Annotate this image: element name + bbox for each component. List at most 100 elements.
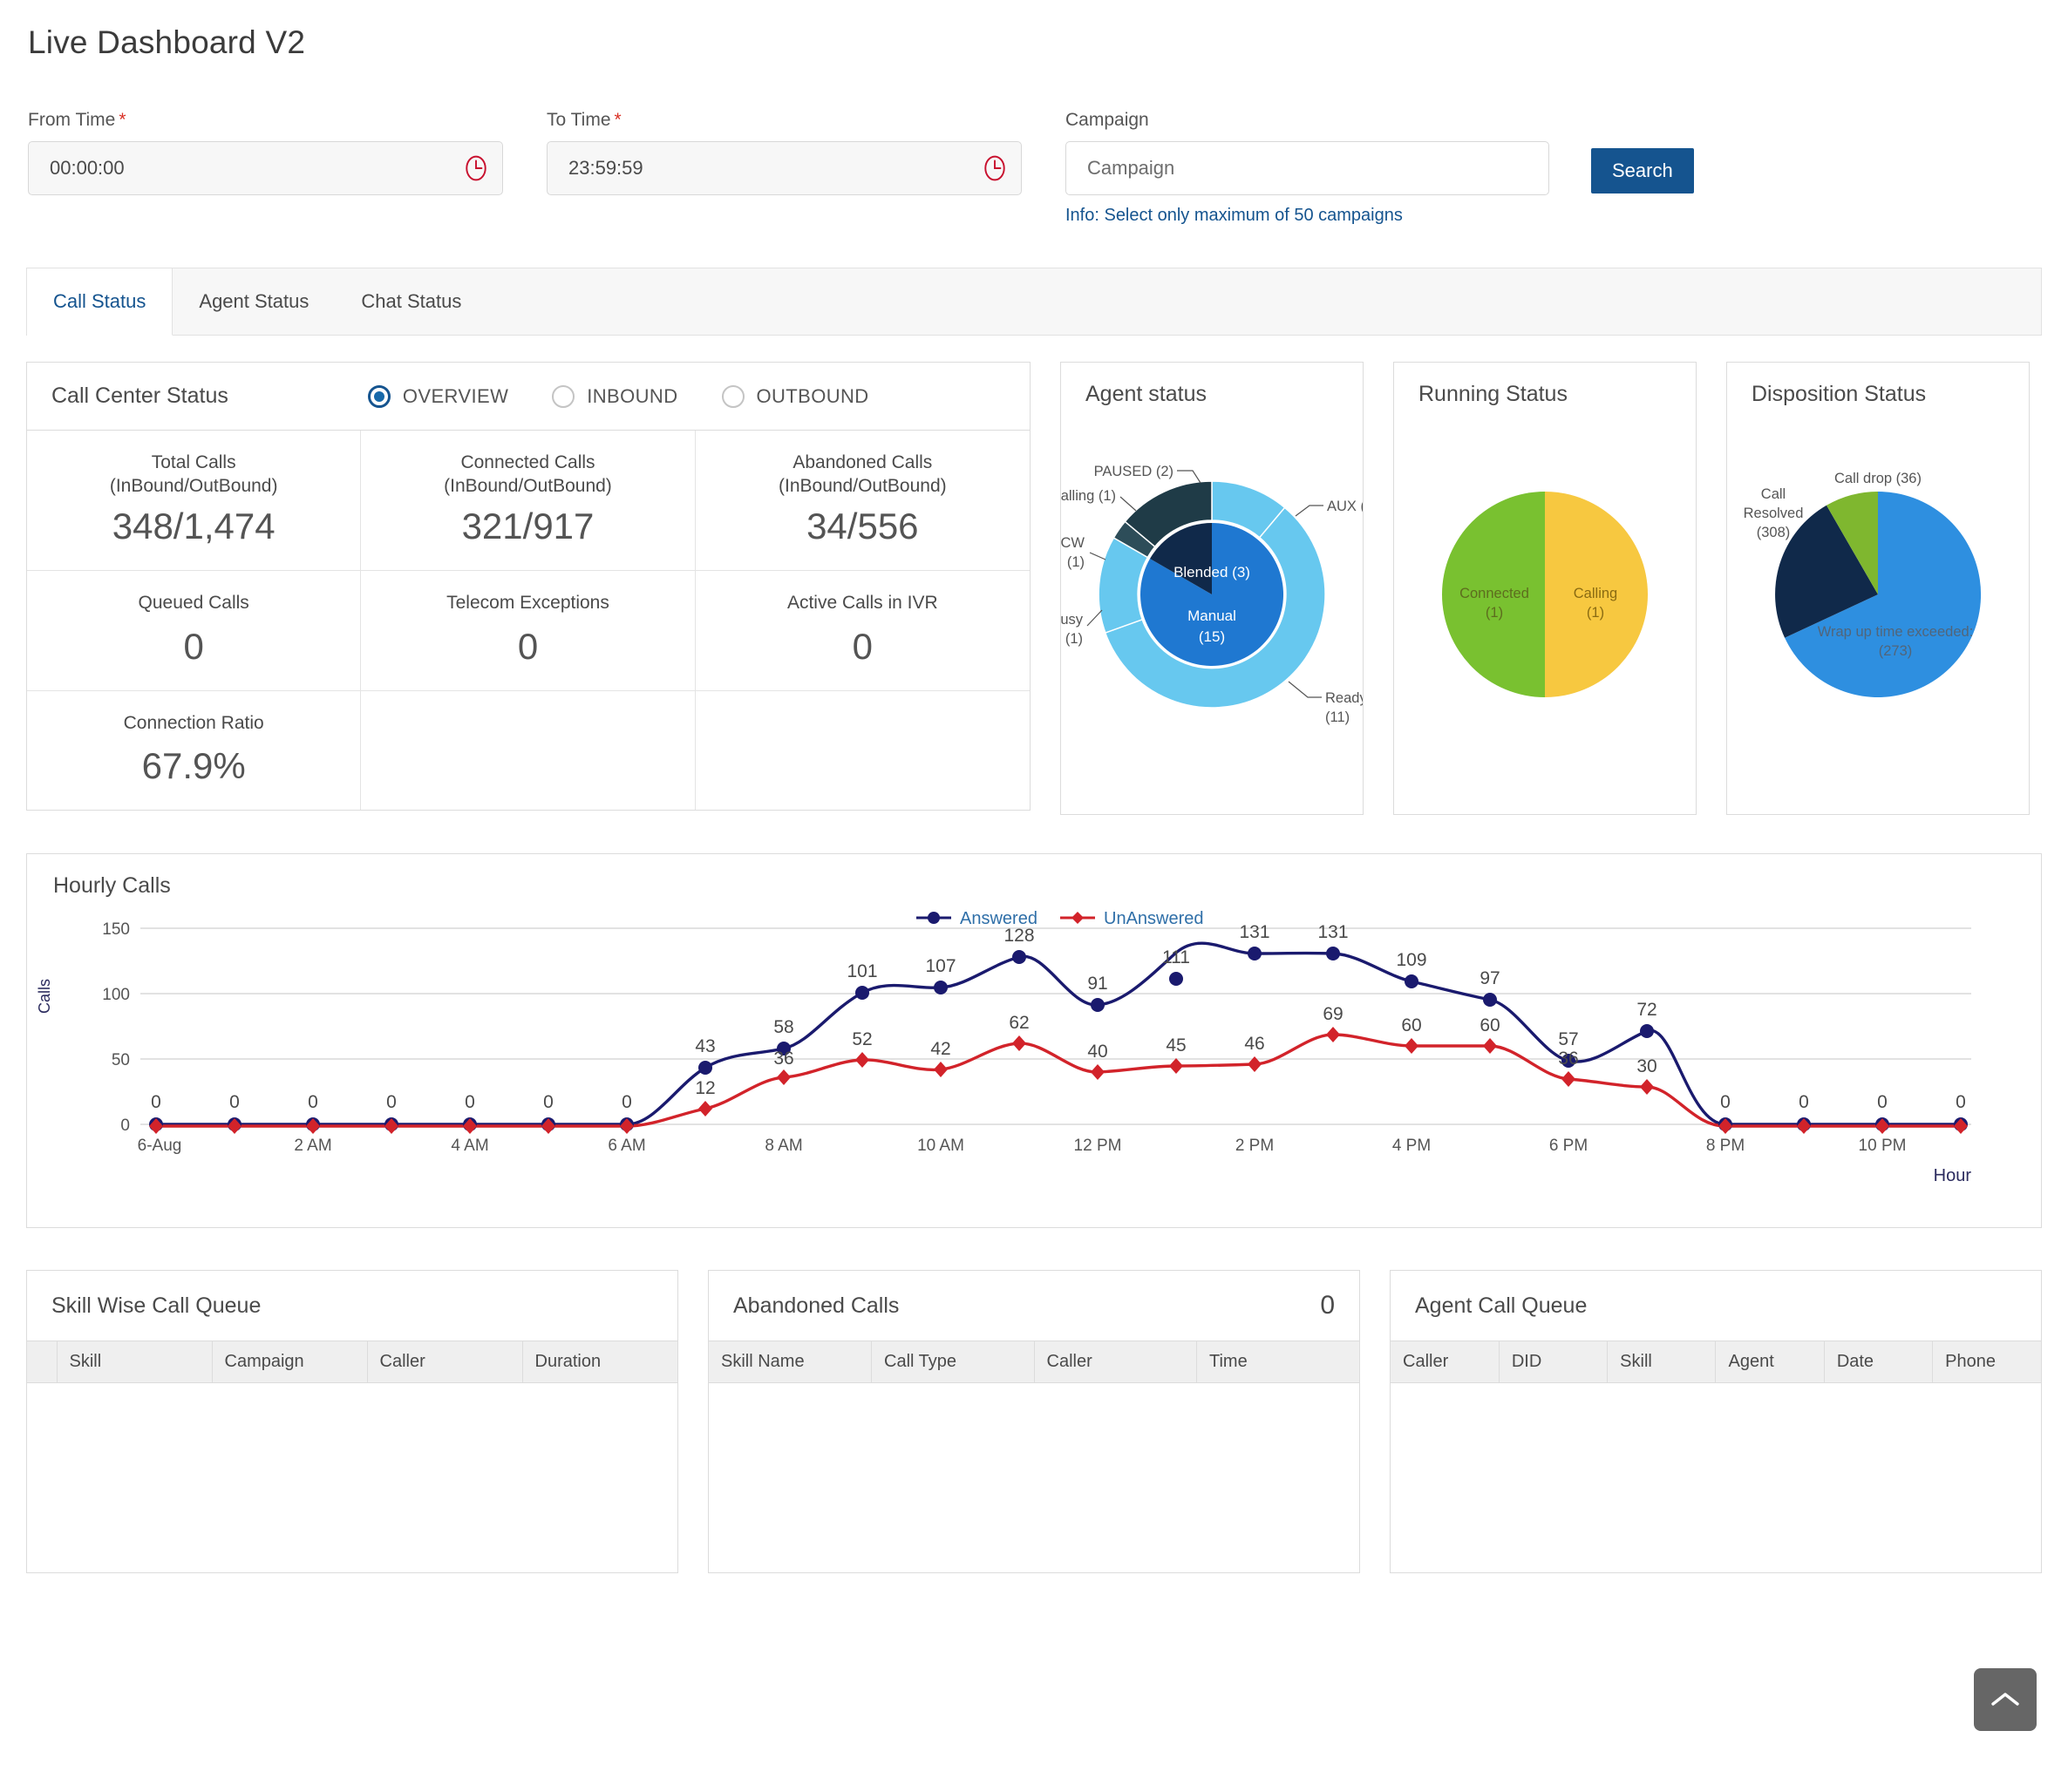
radio-inbound[interactable]: INBOUND [552,384,678,408]
hourly-calls-title: Hourly Calls [53,873,171,898]
svg-text:52: 52 [852,1029,872,1049]
column-header-agent[interactable]: Agent [1715,1341,1825,1383]
from-time-input[interactable] [28,141,503,195]
svg-text:4 PM: 4 PM [1392,1137,1431,1155]
disposition-status-pie-chart: Call drop (36) Call Resolved (308) Wrap … [1744,471,1982,697]
svg-text:4 AM: 4 AM [451,1137,488,1155]
svg-text:60: 60 [1401,1015,1421,1035]
svg-text:100: 100 [102,986,130,1004]
pie-label-wrap-up-line1: Wrap up time exceeded: [1818,624,1974,640]
metric-value: 67.9% [141,745,246,787]
radio-dot-inbound [552,384,575,408]
table-header-row: Caller DID Skill Agent Date Phone [1391,1341,2041,1383]
radio-label-inbound: INBOUND [587,384,678,407]
svg-text:12: 12 [695,1078,715,1098]
donut-outer-label-cw-line2: (1) [1067,554,1085,570]
donut-outer-label-paused: PAUSED (2) [1094,464,1173,479]
pie-label-call-drop: Call drop (36) [1834,471,1922,486]
skill-wise-call-queue-header: Skill Wise Call Queue [27,1271,677,1341]
campaign-input[interactable] [1065,141,1549,195]
campaign-label: Campaign [1065,110,1149,130]
leader-line-cw [1089,552,1106,560]
metric-label: Connected Calls [460,452,595,472]
column-header-duration[interactable]: Duration [522,1341,677,1383]
svg-text:97: 97 [1480,968,1500,988]
radio-label-outbound: OUTBOUND [756,384,869,407]
tab-chat-status[interactable]: Chat Status [335,268,487,335]
tab-call-status[interactable]: Call Status [27,268,173,336]
svg-text:8 AM: 8 AM [765,1137,802,1155]
svg-text:91: 91 [1087,974,1107,994]
metric-value: 321/917 [461,506,595,547]
to-time-input[interactable] [547,141,1022,195]
svg-text:150: 150 [102,920,130,939]
filter-bar: From Time* To Time* [26,110,2042,226]
column-header-date[interactable]: Date [1824,1341,1934,1383]
data-labels-answered: 0 0 0 0 0 0 0 43 58 101 107 128 91 111 131 131 109… [151,922,1966,1112]
svg-text:0: 0 [151,1092,161,1112]
metric-total-calls: Total Calls (InBound/OutBound) 348/1,474 [27,431,362,572]
svg-text:36: 36 [773,1049,793,1069]
pie-label-call-resolved-line2: Resolved [1744,506,1804,521]
donut-outer-label-busy-line2: (1) [1065,631,1083,647]
pie-label-connected-line2: (1) [1486,605,1503,621]
skill-wise-call-queue-card: Skill Wise Call Queue Skill Campaign Cal… [26,1270,678,1573]
column-header-caller[interactable]: Caller [1391,1341,1500,1383]
metric-value: 0 [517,625,539,667]
agent-status-donut-chart: Blended (3) Manual (15) PAUSED (2) AUX (… [1061,464,1363,725]
metric-label: Active Calls in IVR [786,593,938,614]
radio-label-overview: OVERVIEW [402,384,509,407]
svg-text:58: 58 [773,1017,793,1037]
svg-text:0: 0 [1956,1092,1966,1112]
donut-label-blended: Blended (3) [1173,564,1250,580]
agent-status-chart-title: Agent status [1085,382,1207,406]
metric-sublabel: (InBound/OutBound) [109,476,278,497]
column-header-call-type[interactable]: Call Type [871,1341,1035,1383]
column-header-skill[interactable]: Skill [57,1341,213,1383]
main-status-row: Call Center Status OVERVIEW INBOUND OUTB… [26,362,2042,815]
leader-line-paused [1177,470,1201,484]
metric-value: 0 [183,625,204,667]
radio-overview[interactable]: OVERVIEW [367,384,509,408]
svg-text:0: 0 [1720,1092,1731,1112]
column-header-phone[interactable]: Phone [1932,1341,2041,1383]
skill-wise-call-queue-table: Skill Campaign Caller Duration [27,1341,677,1383]
column-header-caller[interactable]: Caller [367,1341,523,1383]
donut-outer-label-calling: Calling (1) [1061,488,1116,504]
agent-call-queue-card: Agent Call Queue Caller DID Skill Agent … [1390,1270,2042,1573]
svg-text:8 PM: 8 PM [1706,1137,1745,1155]
scroll-to-top-button[interactable] [1974,1668,2037,1731]
metric-connection-ratio: Connection Ratio 67.9% [27,690,362,811]
column-header-skill-name[interactable]: Skill Name [709,1341,872,1383]
svg-text:57: 57 [1558,1029,1578,1049]
disposition-status-chart-card: Disposition Status Call drop (36) Call R… [1726,362,2030,815]
metric-sublabel: (InBound/OutBound) [444,476,612,497]
table-header-row: Skill Name Call Type Caller Time [709,1341,1359,1383]
svg-text:60: 60 [1480,1015,1500,1035]
column-header-caller[interactable]: Caller [1034,1341,1197,1383]
tab-agent-status[interactable]: Agent Status [173,268,335,335]
column-header-campaign[interactable]: Campaign [212,1341,368,1383]
agent-call-queue-body [1391,1383,2041,1572]
agent-call-queue-title: Agent Call Queue [1415,1293,1588,1318]
search-button[interactable]: Search [1591,148,1694,193]
to-time-label-text: To Time [547,110,611,130]
svg-text:109: 109 [1396,950,1426,970]
pie-label-calling-line1: Calling [1574,586,1617,601]
radio-outbound[interactable]: OUTBOUND [721,384,869,408]
call-center-status-header: Call Center Status OVERVIEW INBOUND OUTB… [27,363,1030,431]
column-header-time[interactable]: Time [1196,1341,1359,1383]
metric-sublabel: (InBound/OutBound) [779,476,947,497]
svg-text:0: 0 [543,1092,554,1112]
svg-text:0: 0 [622,1092,632,1112]
metric-empty-2 [696,691,1030,810]
mode-radio-group: OVERVIEW INBOUND OUTBOUND [367,384,869,408]
abandoned-calls-table: Skill Name Call Type Caller Time [709,1341,1359,1383]
svg-text:0: 0 [1799,1092,1809,1112]
disposition-status-chart-title: Disposition Status [1752,382,1927,406]
svg-text:107: 107 [925,956,956,976]
svg-text:12 PM: 12 PM [1074,1137,1122,1155]
column-header-did[interactable]: DID [1499,1341,1609,1383]
svg-text:2 AM: 2 AM [294,1137,331,1155]
column-header-skill[interactable]: Skill [1607,1341,1717,1383]
